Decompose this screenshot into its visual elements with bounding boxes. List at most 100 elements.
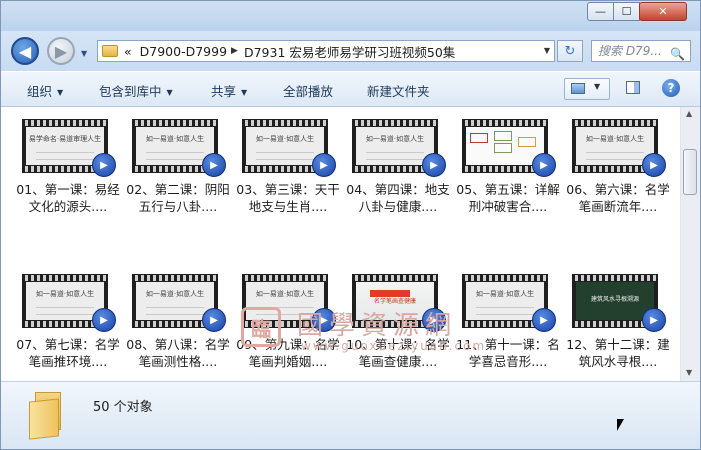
- chevron-down-icon: ▼: [241, 88, 248, 97]
- file-item[interactable]: 建筑风水寻根溯源 ▶ 12、第十二课：建筑风水寻根....: [565, 272, 671, 370]
- chevron-down-icon[interactable]: ▼: [594, 82, 600, 91]
- thumbnail-caption: 如一易道·如意人生: [475, 290, 535, 298]
- file-list: 易学命名·易道审理人生 ▶ 01、第一课：易经文化的源头.... 如一易道·如意…: [1, 107, 680, 381]
- thumbnail-caption: 如一易道·如意人生: [145, 290, 205, 298]
- view-icon: [571, 83, 585, 94]
- chevron-down-icon: ▼: [57, 88, 64, 97]
- breadcrumb-item[interactable]: D7931 宏易老师易学研习班视频50集: [244, 42, 455, 61]
- watermark: 臨 國學資源網 www.guoxueziyuan.com: [241, 307, 484, 359]
- new-folder-button[interactable]: 新建文件夹: [367, 81, 430, 100]
- file-name: 03、第三课：天干地支与生肖....: [236, 182, 340, 214]
- maximize-button[interactable]: ☐: [613, 2, 640, 21]
- refresh-icon: ↻: [564, 43, 576, 59]
- file-name: 12、第十二课：建筑风水寻根....: [566, 337, 670, 369]
- search-placeholder: 搜索 D79...: [598, 44, 662, 58]
- file-name: 07、第七课：名学笔画推环境....: [16, 337, 120, 369]
- video-thumbnail: 如一易道·如意人生 ▶: [570, 117, 666, 177]
- command-bar: 组织 ▼ 包含到库中 ▼ 共享 ▼ 全部播放 新建文件夹 ▼ ?: [1, 71, 700, 107]
- scroll-up-icon[interactable]: ▲: [686, 109, 692, 118]
- share-label: 共享: [211, 84, 237, 99]
- thumbnail-caption: 如一易道·如意人生: [585, 135, 645, 143]
- recent-pages-dropdown[interactable]: ▼: [81, 49, 87, 58]
- organize-label: 组织: [27, 84, 53, 99]
- mouse-cursor-icon: [617, 419, 624, 431]
- video-thumbnail: ▶: [460, 117, 556, 177]
- media-player-icon: ▶: [532, 308, 556, 332]
- video-thumbnail: 如一易道·如意人生 ▶: [350, 117, 446, 177]
- play-all-button[interactable]: 全部播放: [283, 81, 333, 100]
- media-player-icon: ▶: [202, 153, 226, 177]
- file-item[interactable]: 如一易道·如意人生 ▶ 02、第二课：阴阳五行与八卦....: [125, 117, 231, 215]
- back-arrow-icon: ◀: [18, 41, 32, 61]
- thumbnail-caption: 如一易道·如意人生: [255, 290, 315, 298]
- address-dropdown-icon[interactable]: ▼: [544, 46, 550, 55]
- media-player-icon: ▶: [642, 308, 666, 332]
- help-icon: ?: [667, 81, 675, 95]
- search-input[interactable]: 搜索 D79... 🔍: [591, 40, 691, 62]
- file-name: 02、第二课：阴阳五行与八卦....: [126, 182, 230, 214]
- watermark-seal: 臨: [241, 307, 281, 347]
- file-item[interactable]: 如一易道·如意人生 ▶ 07、第七课：名学笔画推环境....: [15, 272, 121, 370]
- file-name: 06、第六课：名学笔画断流年....: [566, 182, 670, 214]
- item-count: 50 个对象: [93, 400, 153, 415]
- minimize-button[interactable]: —: [587, 2, 614, 21]
- include-in-library-menu[interactable]: 包含到库中 ▼: [99, 81, 173, 100]
- thumbnail-caption: 名学笔画查健康: [373, 298, 416, 305]
- forward-button[interactable]: ▶: [47, 37, 75, 65]
- preview-pane-icon[interactable]: [626, 81, 640, 94]
- file-item[interactable]: ▶ 05、第五课：详解刑冲破害合....: [455, 117, 561, 215]
- file-item[interactable]: 如一易道·如意人生 ▶ 08、第八课：名学笔画测性格....: [125, 272, 231, 370]
- video-thumbnail: 易学命名·易道审理人生 ▶: [20, 117, 116, 177]
- explorer-window: — ☐ ✕ ◀ ▶ ▼ « D7900-D7999 ▶ D7931 宏易老师易学…: [0, 0, 701, 450]
- file-name: 05、第五课：详解刑冲破害合....: [456, 182, 560, 214]
- breadcrumb-item[interactable]: D7900-D7999: [140, 44, 227, 59]
- file-item[interactable]: 如一易道·如意人生 ▶ 04、第四课：地支八卦与健康....: [345, 117, 451, 215]
- watermark-title: 國學資源網: [297, 311, 458, 341]
- navigation-bar: ◀ ▶ ▼ « D7900-D7999 ▶ D7931 宏易老师易学研习班视频5…: [1, 31, 700, 71]
- close-button[interactable]: ✕: [639, 2, 687, 21]
- thumbnail-caption: 易学命名·易道审理人生: [28, 135, 102, 143]
- video-thumbnail: 如一易道·如意人生 ▶: [130, 117, 226, 177]
- watermark-url: www.guoxueziyuan.com: [301, 339, 487, 353]
- change-view-button[interactable]: ▼: [564, 78, 610, 100]
- folder-icon: [29, 390, 69, 440]
- file-name: 08、第八课：名学笔画测性格....: [126, 337, 230, 369]
- help-button[interactable]: ?: [662, 79, 680, 97]
- media-player-icon: ▶: [312, 153, 336, 177]
- file-item[interactable]: 如一易道·如意人生 ▶ 06、第六课：名学笔画断流年....: [565, 117, 671, 215]
- share-menu[interactable]: 共享 ▼: [211, 81, 247, 100]
- video-thumbnail: 如一易道·如意人生 ▶: [130, 272, 226, 332]
- thumbnail-caption: 建筑风水寻根溯源: [590, 296, 639, 303]
- video-thumbnail: 如一易道·如意人生 ▶: [20, 272, 116, 332]
- thumbnail-caption: 如一易道·如意人生: [145, 135, 205, 143]
- include-in-library-label: 包含到库中: [99, 84, 162, 99]
- forward-arrow-icon: ▶: [54, 41, 68, 61]
- media-player-icon: ▶: [92, 153, 116, 177]
- back-button[interactable]: ◀: [11, 37, 39, 65]
- folder-icon: [102, 45, 118, 57]
- thumbnail-caption: 如一易道·如意人生: [35, 290, 95, 298]
- scrollbar-thumb[interactable]: [683, 149, 697, 195]
- file-name: 04、第四课：地支八卦与健康....: [346, 182, 450, 214]
- search-icon[interactable]: 🔍: [670, 44, 685, 61]
- refresh-button[interactable]: ↻: [557, 40, 583, 62]
- breadcrumb-separator-icon[interactable]: ▶: [231, 46, 238, 56]
- file-name: 01、第一课：易经文化的源头....: [16, 182, 120, 214]
- file-item[interactable]: 如一易道·如意人生 ▶ 03、第三课：天干地支与生肖....: [235, 117, 341, 215]
- file-item[interactable]: 易学命名·易道审理人生 ▶ 01、第一课：易经文化的源头....: [15, 117, 121, 215]
- organize-menu[interactable]: 组织 ▼: [27, 81, 63, 100]
- media-player-icon: ▶: [422, 153, 446, 177]
- media-player-icon: ▶: [202, 308, 226, 332]
- chevron-down-icon: ▼: [166, 88, 173, 97]
- video-thumbnail: 建筑风水寻根溯源 ▶: [570, 272, 666, 332]
- breadcrumb-overflow[interactable]: «: [124, 44, 132, 59]
- thumbnail-caption: 如一易道·如意人生: [365, 135, 425, 143]
- video-thumbnail: 如一易道·如意人生 ▶: [240, 117, 336, 177]
- media-player-icon: ▶: [532, 153, 556, 177]
- vertical-scrollbar[interactable]: ▲ ▼: [680, 107, 700, 381]
- address-bar[interactable]: « D7900-D7999 ▶ D7931 宏易老师易学研习班视频50集 ▼: [97, 40, 555, 62]
- scroll-down-icon[interactable]: ▼: [686, 368, 692, 377]
- media-player-icon: ▶: [642, 153, 666, 177]
- details-pane: 50 个对象: [1, 381, 700, 449]
- media-player-icon: ▶: [92, 308, 116, 332]
